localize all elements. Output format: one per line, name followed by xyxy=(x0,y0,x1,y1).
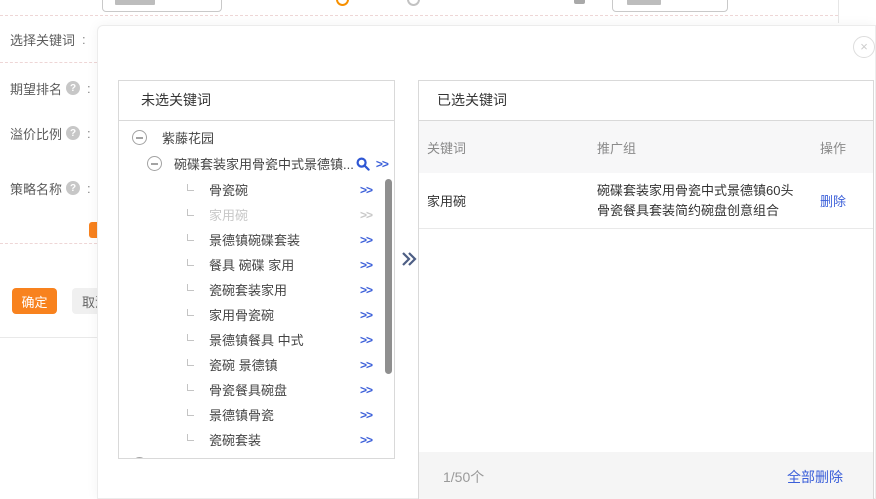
collapse-icon[interactable] xyxy=(132,130,147,145)
panel-footer: 1/50个 全部删除 xyxy=(419,452,873,499)
table-row: 家用碗 碗碟套装家用骨瓷中式景德镇60头骨瓷餐具套装简约碗盘创意组合 删除 xyxy=(419,173,873,229)
collapse-icon[interactable] xyxy=(132,457,147,458)
branch-icon xyxy=(187,334,194,341)
tree-leaf-row-disabled: 家用碗 >> xyxy=(119,202,394,227)
selected-keywords-panel: 已选关键词 关键词 推广组 操作 家用碗 碗碟套装家用骨瓷中式景德镇60头骨瓷餐… xyxy=(418,80,874,499)
field-label-strategy-name: 策略名称 ? : xyxy=(10,179,91,197)
add-keyword-arrow[interactable]: >> xyxy=(360,383,372,397)
branch-icon xyxy=(187,434,194,441)
search-icon[interactable] xyxy=(356,157,370,171)
keyword-tree: 紫藤花园 碗碟套装家用骨瓷中式景德镇... >> 骨瓷碗 >> xyxy=(119,121,394,458)
add-keyword-arrow: >> xyxy=(360,208,372,222)
clipped-text xyxy=(115,0,155,5)
help-icon[interactable]: ? xyxy=(66,81,80,95)
add-keyword-arrow[interactable]: >> xyxy=(360,408,372,422)
branch-icon xyxy=(187,184,194,191)
radio-unselected-icon[interactable] xyxy=(407,0,420,6)
tree-leaf-row[interactable]: 景德镇餐具 中式 >> xyxy=(119,327,394,352)
add-keyword-arrow[interactable]: >> xyxy=(360,308,372,322)
field-label-premium-ratio: 溢价比例 ? : xyxy=(10,124,91,142)
tree-leaf-row[interactable]: 餐具 碗碟 家用 >> xyxy=(119,252,394,277)
background-input-left[interactable] xyxy=(102,0,222,12)
keyword-cell: 家用碗 xyxy=(427,191,597,210)
column-group: 推广组 xyxy=(597,138,820,157)
add-keyword-arrow[interactable]: >> xyxy=(360,333,372,347)
panel-title: 已选关键词 xyxy=(419,81,873,121)
divider xyxy=(838,0,839,23)
table-header: 关键词 推广组 操作 xyxy=(419,121,873,173)
branch-icon xyxy=(187,284,194,291)
add-keyword-arrow[interactable]: >> xyxy=(360,183,372,197)
add-keyword-arrow[interactable]: >> xyxy=(360,233,372,247)
branch-icon xyxy=(187,384,194,391)
tree-leaf-row[interactable]: 景德镇碗碟套装 >> xyxy=(119,227,394,252)
tree-leaf-row[interactable]: 瓷碗 景德镇 >> xyxy=(119,352,394,377)
add-keyword-arrow[interactable]: >> xyxy=(360,358,372,372)
add-keyword-arrow[interactable]: >> xyxy=(360,283,372,297)
tree-leaf-row[interactable]: 家用骨瓷碗 >> xyxy=(119,302,394,327)
branch-icon xyxy=(187,409,194,416)
field-label-expected-rank: 期望排名 ? : xyxy=(10,79,91,97)
tree-leaf-row[interactable]: 瓷碗套装家用 >> xyxy=(119,277,394,302)
unselected-keywords-panel: 未选关键词 紫藤花园 碗碟套装家用骨瓷中式景德镇... >> 骨瓷碗 xyxy=(118,80,395,459)
divider xyxy=(0,62,97,63)
close-icon[interactable]: × xyxy=(853,36,875,58)
divider xyxy=(0,15,838,16)
confirm-button[interactable]: 确定 xyxy=(12,288,57,314)
column-keyword: 关键词 xyxy=(427,138,597,157)
tree-group-row[interactable]: 碗碟套装家用骨瓷中式景德镇... >> xyxy=(119,150,394,177)
add-keyword-arrow[interactable]: >> xyxy=(360,258,372,272)
keyword-select-modal: × 未选关键词 紫藤花园 碗碟套装家用骨瓷中式景德镇... >> xyxy=(97,25,876,499)
group-cell: 碗碟套装家用骨瓷中式景德镇60头骨瓷餐具套装简约碗盘创意组合 xyxy=(597,181,820,221)
delete-link[interactable]: 删除 xyxy=(820,191,873,210)
page: 选择关键词: 期望排名 ? : 溢价比例 ? : 策略名称 ? : 确定 取消 … xyxy=(0,0,876,499)
divider xyxy=(0,243,97,244)
tree-group-row[interactable]: 清雅明媚 xyxy=(119,452,394,458)
branch-icon xyxy=(187,359,194,366)
keyword-count: 1/50个 xyxy=(443,467,484,487)
panel-title: 未选关键词 xyxy=(119,81,394,121)
add-keyword-arrow[interactable]: >> xyxy=(360,433,372,447)
radio-selected-icon[interactable] xyxy=(336,0,349,6)
tree-leaf-row[interactable]: 瓷碗套装 >> xyxy=(119,427,394,452)
field-label-select-keywords: 选择关键词: xyxy=(10,30,86,48)
tree-leaf-row[interactable]: 景德镇骨瓷 >> xyxy=(119,402,394,427)
tree-leaf-row[interactable]: 骨瓷餐具碗盘 >> xyxy=(119,377,394,402)
help-icon[interactable]: ? xyxy=(66,181,80,195)
branch-icon xyxy=(187,234,194,241)
background-input-right[interactable] xyxy=(612,0,728,12)
help-icon[interactable]: ? xyxy=(66,126,80,140)
tree-leaf-row[interactable]: 骨瓷碗 >> xyxy=(119,177,394,202)
divider xyxy=(0,337,97,338)
column-action: 操作 xyxy=(820,138,873,157)
tree-group-row[interactable]: 紫藤花园 xyxy=(119,125,394,150)
branch-icon xyxy=(187,259,194,266)
delete-all-link[interactable]: 全部删除 xyxy=(787,467,843,487)
scrollbar-thumb[interactable] xyxy=(385,179,392,374)
clipped-text xyxy=(627,0,661,5)
help-icon xyxy=(574,0,585,4)
collapse-icon[interactable] xyxy=(147,156,162,171)
add-keyword-arrow[interactable]: >> xyxy=(376,157,388,171)
branch-icon xyxy=(187,309,194,316)
branch-icon xyxy=(187,209,194,216)
